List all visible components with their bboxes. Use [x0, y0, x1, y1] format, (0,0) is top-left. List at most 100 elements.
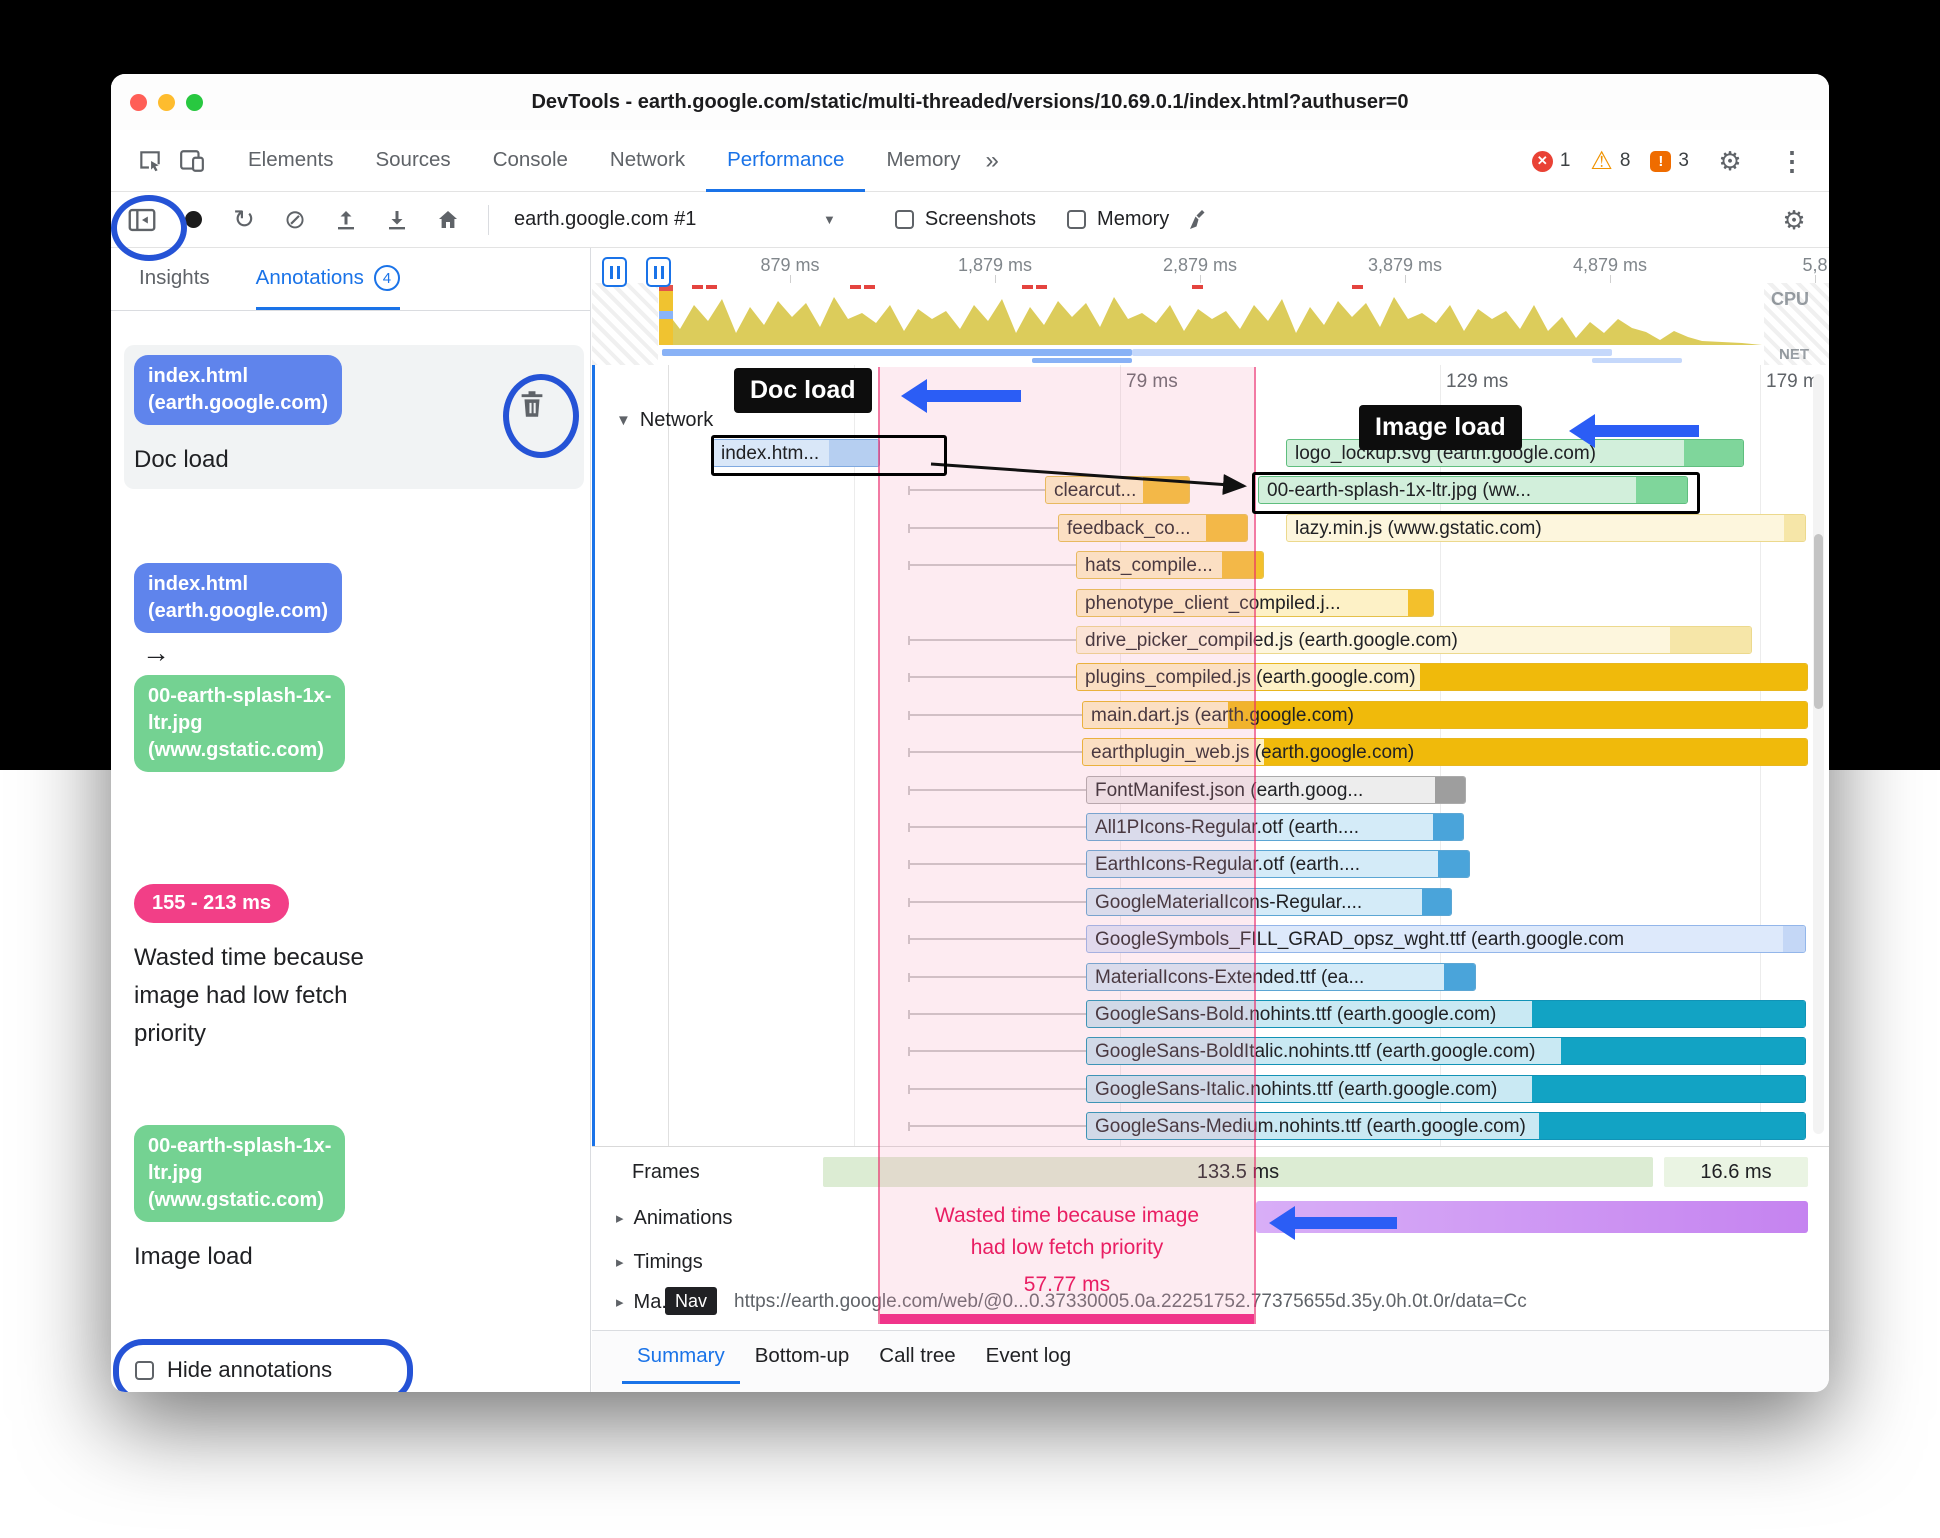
kebab-menu-icon[interactable]: ⋮: [1771, 139, 1813, 183]
network-request-bar[interactable]: clearcut...: [1045, 476, 1190, 505]
pause-button[interactable]: [602, 257, 627, 287]
settings-gear-icon[interactable]: ⚙: [1709, 139, 1751, 183]
reload-record-icon[interactable]: ↻: [223, 198, 265, 242]
bottom-tab-summary[interactable]: Summary: [622, 1331, 740, 1384]
more-tabs-icon[interactable]: »: [986, 147, 999, 175]
network-request-bar[interactable]: MaterialIcons-Extended.ttf (ea...: [1086, 962, 1476, 991]
issues-icon: !: [1650, 150, 1672, 172]
collect-garbage-icon[interactable]: [1178, 198, 1220, 242]
network-request-bar[interactable]: index.htm...: [712, 439, 880, 467]
annotation-entry[interactable]: index.html (earth.google.com) Doc load: [124, 345, 584, 489]
collapse-triangle-icon[interactable]: ▼: [616, 412, 631, 429]
frames-track-label[interactable]: Frames: [632, 1161, 700, 1184]
network-request-bar[interactable]: 00-earth-splash-1x-ltr.jpg (ww...: [1258, 476, 1688, 505]
network-request-bar[interactable]: plugins_compiled.js (earth.google.com): [1076, 663, 1808, 692]
network-request-bar[interactable]: main.dart.js (earth.google.com): [1082, 700, 1808, 729]
console-warnings-badge[interactable]: ⚠ 8: [1590, 146, 1630, 176]
bottom-tab-event-log[interactable]: Event log: [971, 1331, 1086, 1384]
tab-console[interactable]: Console: [472, 130, 589, 192]
request-lead-line: [908, 1084, 1086, 1094]
bottom-tab-call-tree[interactable]: Call tree: [864, 1331, 970, 1384]
network-request-bar[interactable]: GoogleMaterialIcons-Regular....: [1086, 887, 1452, 916]
network-request-bar[interactable]: GoogleSans-BoldItalic.nohints.ttf (earth…: [1086, 1037, 1806, 1066]
request-label: earthplugin_web.js (earth.google.com): [1091, 742, 1415, 764]
grid-time-label: 179 m: [1766, 371, 1819, 392]
annotation-entry[interactable]: index.html (earth.google.com) → 00-earth-sp…: [124, 553, 584, 782]
bottom-tab-bottom-up[interactable]: Bottom-up: [740, 1331, 865, 1384]
screenshots-toggle[interactable]: Screenshots: [894, 208, 1037, 231]
timeline-overview[interactable]: 879 ms 1,879 ms 2,879 ms 3,879 ms 4,879 ms 5,…: [592, 248, 1829, 366]
request-label: plugins_compiled.js (earth.google.com): [1085, 667, 1416, 689]
tab-annotations[interactable]: Annotations 4: [255, 248, 400, 310]
network-request-bar[interactable]: GoogleSans-Medium.nohints.ttf (earth.goo…: [1086, 1112, 1806, 1141]
annotation-entry[interactable]: 00-earth-splash-1x-ltr.jpg (www.gstatic.c…: [124, 1115, 584, 1286]
request-label: index.htm...: [721, 443, 820, 464]
doc-load-callout: Doc load: [734, 368, 872, 413]
download-profile-icon[interactable]: [376, 198, 418, 242]
request-download-segment: [1784, 514, 1805, 541]
network-request-bar[interactable]: All1PIcons-Regular.otf (earth....: [1086, 813, 1464, 841]
network-request-bar[interactable]: GoogleSans-Bold.nohints.ttf (earth.googl…: [1086, 1000, 1806, 1028]
network-request-bar[interactable]: GoogleSans-Italic.nohints.ttf (earth.goo…: [1086, 1074, 1806, 1103]
main-toolbar: Elements Sources Console Network Performance…: [111, 130, 1829, 192]
overview-hatch: [1764, 283, 1829, 365]
overview-tickmark: [1200, 275, 1201, 283]
tab-memory[interactable]: Memory: [865, 130, 981, 192]
frame-bar[interactable]: 133.5 ms: [823, 1157, 1653, 1187]
waterfall-scrollbar[interactable]: [1813, 374, 1824, 1134]
capture-settings-icon[interactable]: ⚙: [1773, 198, 1815, 242]
hide-annotations-checkbox[interactable]: [135, 1360, 154, 1380]
network-request-bar[interactable]: earthplugin_web.js (earth.google.com): [1082, 738, 1808, 767]
network-request-bar[interactable]: lazy.min.js (www.gstatic.com): [1286, 513, 1806, 542]
screenshots-checkbox[interactable]: [894, 210, 914, 229]
network-request-bar[interactable]: feedback_co...: [1058, 513, 1248, 542]
toggle-sidebar-icon[interactable]: [121, 198, 163, 242]
gridline: [668, 365, 669, 1146]
long-task-mark: [1036, 285, 1047, 289]
target-selector-caret-icon[interactable]: ▼: [823, 212, 836, 227]
network-track-header[interactable]: ▼ Network: [616, 409, 713, 432]
delete-annotation-button[interactable]: [518, 389, 548, 423]
request-download-segment: [1670, 627, 1751, 653]
network-request-bar[interactable]: drive_picker_compiled.js (earth.google.c…: [1076, 626, 1752, 654]
annotation-entry[interactable]: 155 - 213 ms Wasted time because image had…: [124, 874, 584, 1063]
pause-button[interactable]: [646, 257, 671, 287]
hide-annotations-row[interactable]: Hide annotations: [135, 1357, 332, 1383]
screenshots-label: Screenshots: [924, 208, 1037, 230]
network-request-bar[interactable]: EarthIcons-Regular.otf (earth....: [1086, 850, 1470, 879]
scrollbar-thumb[interactable]: [1814, 534, 1823, 709]
clear-icon[interactable]: ⊘: [274, 198, 316, 242]
request-lead-line: [908, 486, 1045, 496]
zoom-window-button[interactable]: [186, 94, 203, 111]
long-task-mark: [1022, 285, 1033, 289]
console-errors-badge[interactable]: ✕ 1: [1531, 150, 1570, 172]
close-window-button[interactable]: [130, 94, 147, 111]
memory-toggle[interactable]: Memory: [1067, 208, 1169, 231]
minimize-window-button[interactable]: [158, 94, 175, 111]
inspect-icon[interactable]: [129, 139, 171, 183]
upload-profile-icon[interactable]: [325, 198, 367, 242]
grid-time-label: 79 ms: [1126, 371, 1178, 392]
memory-checkbox[interactable]: [1067, 210, 1087, 229]
device-toolbar-icon[interactable]: [171, 139, 213, 183]
frame-bar[interactable]: 16.6 ms: [1664, 1157, 1808, 1187]
issues-badge[interactable]: ! 3: [1650, 150, 1689, 172]
collapse-triangle-icon[interactable]: ▸: [616, 1209, 624, 1227]
network-waterfall[interactable]: ▼ Network ... 79 ms129 ms179 mindex.htm.…: [592, 365, 1829, 1146]
tab-network[interactable]: Network: [589, 130, 706, 192]
network-request-bar[interactable]: GoogleSymbols_FILL_GRAD_opsz_wght.ttf (e…: [1086, 925, 1806, 954]
live-metrics-icon[interactable]: [427, 198, 469, 242]
tab-insights[interactable]: Insights: [139, 248, 210, 310]
long-task-mark: [692, 285, 703, 289]
tab-elements[interactable]: Elements: [227, 130, 354, 192]
performance-sidebar: Insights Annotations 4 index.html (earth.g…: [111, 248, 591, 1392]
record-icon[interactable]: [172, 198, 214, 242]
collapse-triangle-icon[interactable]: ▸: [616, 1253, 624, 1271]
network-request-bar[interactable]: hats_compile...: [1076, 551, 1264, 580]
collapse-triangle-icon[interactable]: ▸: [616, 1293, 624, 1311]
target-selector[interactable]: earth.google.com #1: [508, 208, 814, 231]
tab-performance[interactable]: Performance: [706, 130, 866, 192]
network-request-bar[interactable]: phenotype_client_compiled.j...: [1076, 588, 1434, 617]
network-request-bar[interactable]: FontManifest.json (earth.goog...: [1086, 775, 1466, 804]
tab-sources[interactable]: Sources: [354, 130, 471, 192]
